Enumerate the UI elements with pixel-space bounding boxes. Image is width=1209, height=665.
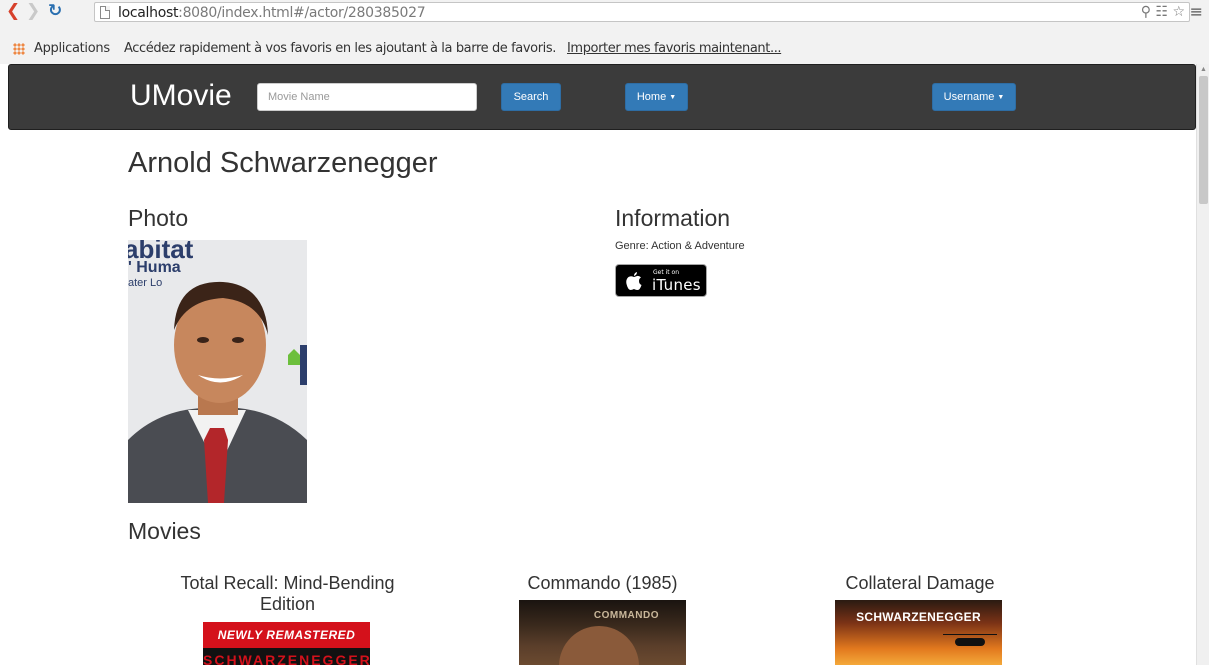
itunes-big-text: iTunes (652, 276, 701, 294)
movie-title[interactable]: Collateral Damage (810, 573, 1030, 594)
movie-poster[interactable]: COMMANDO (519, 600, 686, 665)
top-navbar: UMovie Search Home▼ Username▼ (8, 64, 1196, 130)
poster-band-text: NEWLY REMASTERED (203, 622, 370, 648)
actor-portrait-image: abitat ' Huma ater Lo (128, 240, 307, 503)
poster-helicopter-rotor (943, 634, 997, 635)
poster-name-text: SCHWARZENEGGER (203, 652, 370, 665)
browser-chrome: ❮ ❯ ↻ localhost:8080/index.html#/actor/2… (0, 0, 1209, 64)
apple-icon (626, 272, 642, 290)
poster-helicopter (955, 638, 985, 646)
address-bar[interactable]: localhost:8080/index.html#/actor/2803850… (94, 2, 1190, 22)
search-button[interactable]: Search (501, 83, 561, 111)
page-scrollbar[interactable]: ▲ (1196, 64, 1209, 665)
movie-title[interactable]: Total Recall: Mind-Bending Edition (160, 573, 415, 615)
poster-name-text: SCHWARZENEGGER (856, 610, 981, 624)
user-button-label: Username (943, 91, 995, 103)
genre-text: Genre: Action & Adventure (615, 240, 745, 252)
search-button-label: Search (513, 91, 549, 103)
back-icon[interactable]: ❮ (6, 3, 20, 20)
photo-heading: Photo (128, 205, 189, 231)
url-text[interactable]: localhost:8080/index.html#/actor/2803850… (118, 5, 426, 21)
home-dropdown-button[interactable]: Home ▼ (625, 83, 688, 111)
reload-icon[interactable]: ↻ (48, 3, 62, 20)
user-dropdown-button[interactable]: Username ▼ (932, 83, 1016, 111)
itunes-small-text: Get it on (653, 269, 680, 276)
home-button-label: Home (636, 91, 667, 103)
information-heading: Information (615, 205, 731, 231)
poster-figure (559, 626, 639, 665)
scroll-thumb[interactable] (1199, 76, 1208, 204)
brand-logo[interactable]: UMovie (130, 79, 232, 113)
movies-heading: Movies (128, 518, 201, 544)
movie-poster[interactable]: SCHWARZENEGGER (835, 600, 1002, 665)
caret-down-icon: ▼ (997, 93, 1005, 101)
svg-text:ater Lo: ater Lo (128, 277, 162, 289)
zoom-translate-star-icons[interactable]: ⚲ ☷ ☆ (1141, 4, 1185, 20)
menu-icon[interactable]: ≡ (1190, 2, 1203, 21)
actor-photo: abitat ' Huma ater Lo (128, 240, 307, 503)
caret-down-icon: ▼ (669, 93, 677, 101)
movie-title[interactable]: Commando (1985) (495, 573, 710, 594)
actor-name-heading: Arnold Schwarzenegger (128, 147, 438, 179)
bookmarks-hint: Accédez rapidement à vos favoris en les … (124, 41, 556, 56)
import-bookmarks-link[interactable]: Importer mes favoris maintenant... (567, 41, 782, 56)
apps-bookmark[interactable]: Applications (34, 41, 110, 56)
movie-search-input[interactable] (257, 83, 477, 111)
forward-icon[interactable]: ❯ (26, 3, 40, 20)
svg-text:' Huma: ' Huma (128, 259, 181, 276)
apps-grid-icon[interactable] (13, 43, 25, 55)
page-icon (100, 6, 110, 19)
movie-poster[interactable]: NEWLY REMASTERED SCHWARZENEGGER (203, 622, 370, 665)
poster-name-text: COMMANDO (593, 610, 659, 621)
scroll-up-arrow-icon[interactable]: ▲ (1200, 66, 1207, 73)
itunes-badge[interactable]: Get it on iTunes (615, 264, 707, 297)
